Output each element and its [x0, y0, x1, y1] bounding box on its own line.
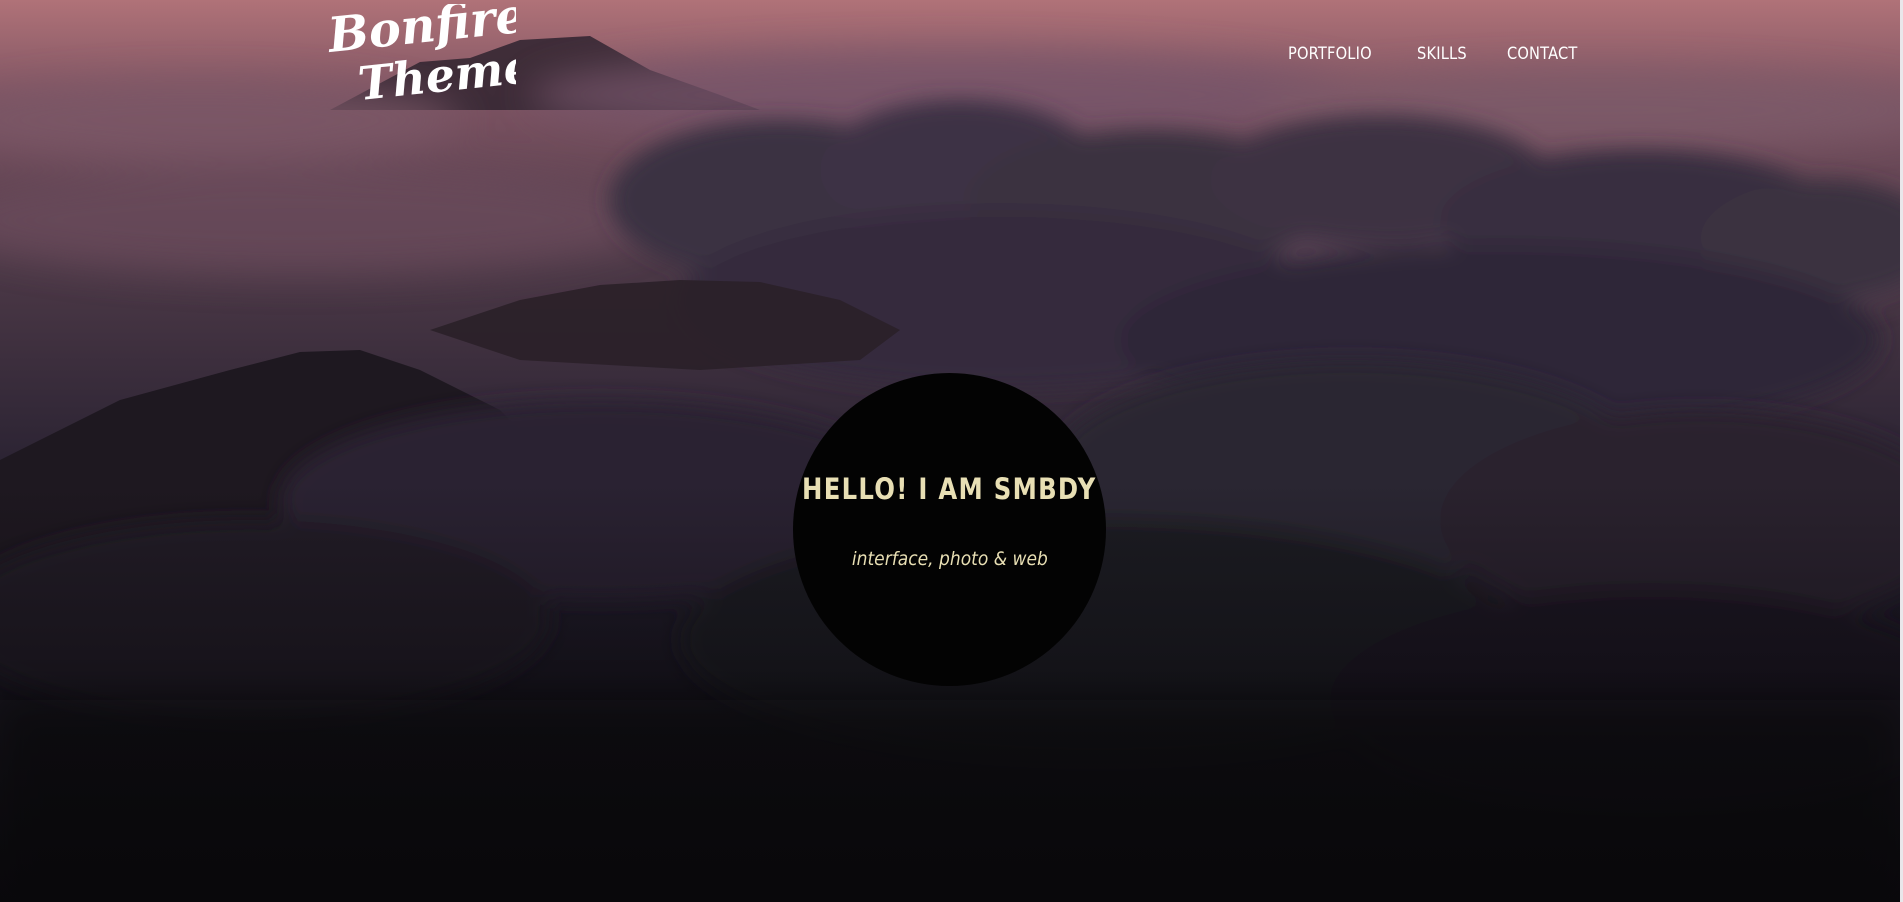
site-header: Bonfire Themes PORTFOLIO SKILLS CONTACT [0, 0, 1903, 115]
brand-logo[interactable]: Bonfire Themes [326, 4, 516, 114]
main-nav: PORTFOLIO SKILLS CONTACT [1288, 44, 1621, 64]
intro-title: HELLO! I AM SMBDY [802, 471, 1097, 506]
nav-skills[interactable]: SKILLS [1417, 44, 1467, 64]
intro-circle: HELLO! I AM SMBDY interface, photo & web [793, 373, 1106, 686]
nav-contact[interactable]: CONTACT [1507, 44, 1578, 64]
bonfire-themes-logo-icon: Bonfire Themes [326, 4, 516, 111]
intro-subtitle: interface, photo & web [851, 547, 1048, 570]
nav-portfolio[interactable]: PORTFOLIO [1288, 44, 1372, 64]
